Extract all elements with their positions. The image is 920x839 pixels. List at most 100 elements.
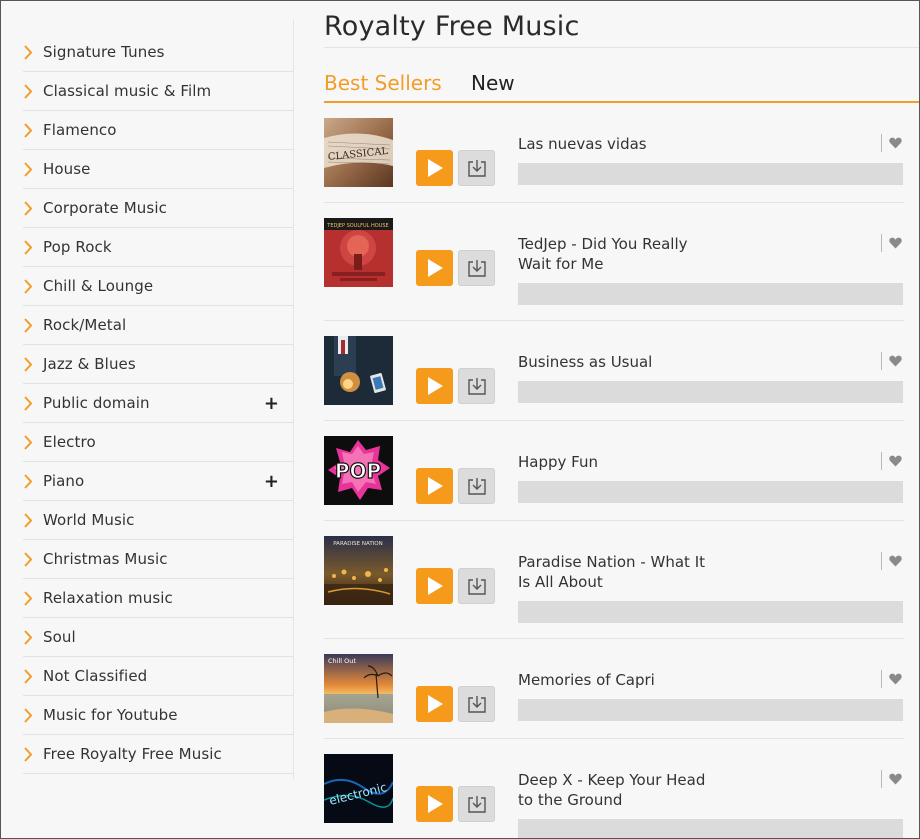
favorite-separator xyxy=(881,670,882,688)
download-button[interactable] xyxy=(458,468,495,504)
track-title[interactable]: Deep X - Keep Your Head to the Ground xyxy=(518,770,718,810)
sidebar-item-flamenco[interactable]: Flamenco xyxy=(23,111,293,150)
track-row: TEDJEP SOULFUL HOUSE TedJep - Did You Re… xyxy=(324,218,904,321)
page-frame: Signature Tunes Classical music & Film F… xyxy=(0,0,920,839)
album-cover[interactable] xyxy=(324,336,393,405)
tab-new[interactable]: New xyxy=(471,71,515,95)
sidebar-item-label: Chill & Lounge xyxy=(43,277,154,295)
heart-icon xyxy=(889,555,902,567)
waveform-bar[interactable] xyxy=(518,163,903,185)
heart-icon xyxy=(889,137,902,149)
sidebar-item-house[interactable]: House xyxy=(23,150,293,189)
track-title[interactable]: Business as Usual xyxy=(518,352,718,372)
chevron-right-icon xyxy=(23,150,43,189)
download-button[interactable] xyxy=(458,568,495,604)
album-cover[interactable]: CLASSICAL xyxy=(324,118,393,187)
track-title[interactable]: TedJep - Did You Really Wait for Me xyxy=(518,234,718,274)
sidebar-item-not-classified[interactable]: Not Classified xyxy=(23,657,293,696)
track-row: Business as Usual xyxy=(324,336,904,421)
play-button[interactable] xyxy=(416,786,453,822)
album-cover[interactable]: electronic xyxy=(324,754,393,823)
download-button[interactable] xyxy=(458,150,495,186)
track-title[interactable]: Memories of Capri xyxy=(518,670,718,690)
favorite-button[interactable] xyxy=(881,552,907,570)
sidebar-item-soul[interactable]: Soul xyxy=(23,618,293,657)
sidebar-item-label: House xyxy=(43,160,91,178)
sidebar-item-piano[interactable]: Piano + xyxy=(23,462,293,501)
waveform-bar[interactable] xyxy=(518,601,903,623)
album-cover[interactable]: Chill Out xyxy=(324,654,393,723)
sidebar-item-pop-rock[interactable]: Pop Rock xyxy=(23,228,293,267)
tab-bar: Best Sellers New xyxy=(324,71,919,103)
heart-icon xyxy=(889,773,902,785)
favorite-button[interactable] xyxy=(881,452,907,470)
sidebar-item-signature-tunes[interactable]: Signature Tunes xyxy=(23,33,293,72)
download-button[interactable] xyxy=(458,686,495,722)
sidebar-item-rock-metal[interactable]: Rock/Metal xyxy=(23,306,293,345)
play-button[interactable] xyxy=(416,686,453,722)
chevron-right-icon xyxy=(23,735,43,774)
play-button[interactable] xyxy=(416,368,453,404)
download-button[interactable] xyxy=(458,368,495,404)
title-divider xyxy=(324,47,919,48)
play-button[interactable] xyxy=(416,468,453,504)
sidebar-item-free-royalty-free-music[interactable]: Free Royalty Free Music xyxy=(23,735,293,774)
favorite-separator xyxy=(881,234,882,252)
favorite-button[interactable] xyxy=(881,770,907,788)
chevron-right-icon xyxy=(23,462,43,501)
sidebar-item-jazz-blues[interactable]: Jazz & Blues xyxy=(23,345,293,384)
chevron-right-icon xyxy=(23,72,43,111)
sidebar-item-label: Piano xyxy=(43,472,85,490)
sidebar-item-electro[interactable]: Electro xyxy=(23,423,293,462)
sidebar-item-label: Electro xyxy=(43,433,96,451)
favorite-button[interactable] xyxy=(881,670,907,688)
sidebar-item-label: Corporate Music xyxy=(43,199,167,217)
play-button[interactable] xyxy=(416,150,453,186)
track-title[interactable]: Las nuevas vidas xyxy=(518,134,718,154)
expand-plus-icon[interactable]: + xyxy=(264,471,279,492)
waveform-bar[interactable] xyxy=(518,699,903,721)
play-button[interactable] xyxy=(416,568,453,604)
album-cover[interactable]: PARADISE NATION xyxy=(324,536,393,605)
track-row: Chill Out Memories of Capri xyxy=(324,654,904,739)
chevron-right-icon xyxy=(23,618,43,657)
sidebar-item-label: World Music xyxy=(43,511,135,529)
favorite-button[interactable] xyxy=(881,352,907,370)
download-icon xyxy=(468,260,486,277)
download-icon xyxy=(468,478,486,495)
album-cover[interactable]: TEDJEP SOULFUL HOUSE xyxy=(324,218,393,287)
sidebar-item-corporate-music[interactable]: Corporate Music xyxy=(23,189,293,228)
waveform-bar[interactable] xyxy=(518,283,903,305)
track-title[interactable]: Happy Fun xyxy=(518,452,718,472)
chevron-right-icon xyxy=(23,267,43,306)
chevron-right-icon xyxy=(23,501,43,540)
chevron-right-icon xyxy=(23,345,43,384)
play-icon xyxy=(428,577,443,595)
waveform-bar[interactable] xyxy=(518,819,903,838)
sidebar-item-chill-lounge[interactable]: Chill & Lounge xyxy=(23,267,293,306)
tab-underline xyxy=(324,101,919,103)
sidebar-item-christmas-music[interactable]: Christmas Music xyxy=(23,540,293,579)
heart-icon xyxy=(889,355,902,367)
sidebar-item-music-for-youtube[interactable]: Music for Youtube xyxy=(23,696,293,735)
download-button[interactable] xyxy=(458,786,495,822)
download-button[interactable] xyxy=(458,250,495,286)
waveform-bar[interactable] xyxy=(518,381,903,403)
favorite-separator xyxy=(881,134,882,152)
favorite-button[interactable] xyxy=(881,134,907,152)
sidebar-item-relaxation-music[interactable]: Relaxation music xyxy=(23,579,293,618)
sidebar-item-label: Not Classified xyxy=(43,667,148,685)
expand-plus-icon[interactable]: + xyxy=(264,393,279,414)
album-cover[interactable]: POP xyxy=(324,436,393,505)
tab-best-sellers[interactable]: Best Sellers xyxy=(324,71,442,95)
sidebar-item-label: Classical music & Film xyxy=(43,82,212,100)
sidebar-item-world-music[interactable]: World Music xyxy=(23,501,293,540)
download-icon xyxy=(468,696,486,713)
track-title[interactable]: Paradise Nation - What It Is All About xyxy=(518,552,718,592)
cover-text: PARADISE NATION xyxy=(333,541,383,547)
sidebar-item-public-domain[interactable]: Public domain + xyxy=(23,384,293,423)
play-button[interactable] xyxy=(416,250,453,286)
sidebar-item-classical-music-film[interactable]: Classical music & Film xyxy=(23,72,293,111)
favorite-button[interactable] xyxy=(881,234,907,252)
waveform-bar[interactable] xyxy=(518,481,903,503)
